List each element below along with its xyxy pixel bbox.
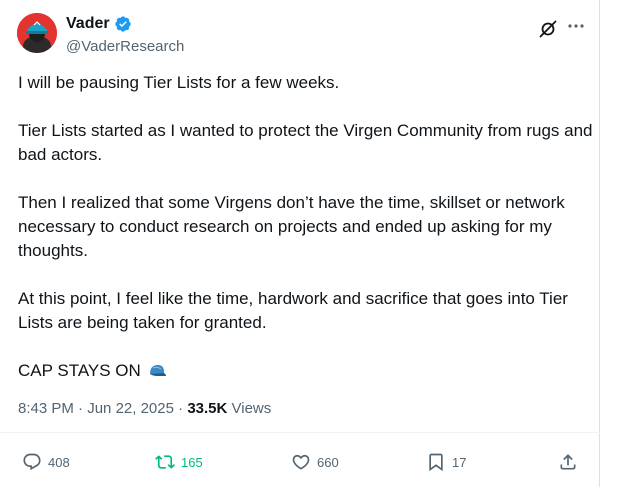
tweet-card: Vader @VaderResearch I will be pausing T… [0, 0, 600, 487]
bookmark-count: 17 [452, 454, 467, 470]
tweet-paragraph-4: At this point, I feel like the time, har… [18, 289, 568, 332]
author-handle[interactable]: @VaderResearch [66, 38, 184, 55]
tweet-paragraph-5: CAP STAYS ON [18, 359, 593, 383]
tweet-paragraph-5-text: CAP STAYS ON [18, 361, 141, 380]
author-name[interactable]: Vader [66, 15, 110, 33]
author-name-row[interactable]: Vader [66, 15, 132, 33]
repost-button[interactable]: 165 [155, 452, 203, 472]
tweet-paragraph-2: Tier Lists started as I wanted to protec… [18, 121, 593, 164]
like-count: 660 [317, 454, 339, 470]
avatar[interactable] [17, 13, 57, 53]
tweet-date[interactable]: Jun 22, 2025 [87, 400, 174, 417]
share-button[interactable] [558, 452, 584, 472]
tweet-time[interactable]: 8:43 PM [18, 400, 74, 417]
tweet-meta: 8:43 PM · Jun 22, 2025 · 33.5K Views [18, 400, 271, 417]
share-icon [560, 454, 576, 470]
more-icon[interactable] [566, 16, 586, 36]
views-count: 33.5K [187, 400, 228, 417]
views-label: Views [231, 400, 272, 417]
tweet-paragraph-3: Then I realized that some Virgens don’t … [18, 193, 565, 260]
tweet-paragraph-1: I will be pausing Tier Lists for a few w… [18, 73, 340, 92]
like-button[interactable]: 660 [291, 452, 339, 472]
like-icon [292, 454, 310, 470]
bookmark-icon [429, 453, 443, 472]
reply-count: 408 [48, 454, 70, 470]
repost-icon [155, 455, 175, 469]
divider [0, 432, 600, 433]
bookmark-button[interactable]: 17 [426, 452, 466, 472]
blue-cap-emoji [149, 365, 166, 376]
grok-icon[interactable] [538, 19, 558, 39]
reply-button[interactable]: 408 [22, 452, 70, 472]
repost-count: 165 [181, 454, 203, 470]
verified-badge-icon [114, 16, 131, 32]
reply-icon [23, 453, 41, 471]
